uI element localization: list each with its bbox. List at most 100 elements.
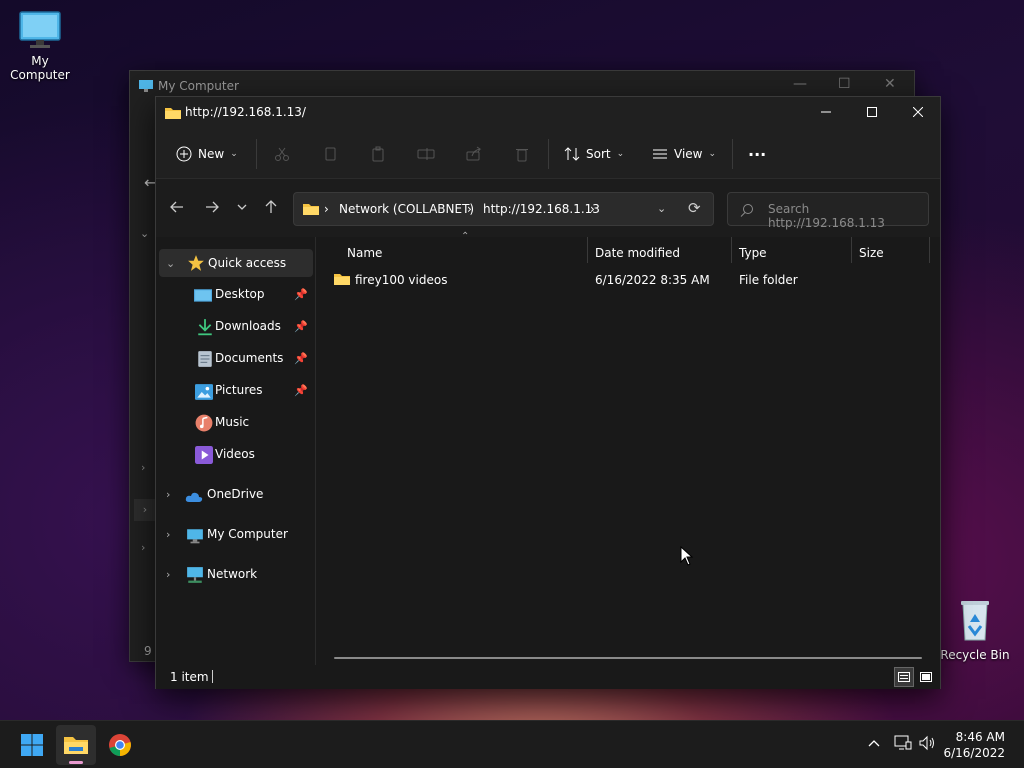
breadcrumb-separator-icon[interactable]: ›: [324, 202, 329, 216]
trash-icon: [516, 149, 528, 162]
videos-icon: [195, 446, 213, 464]
up-button[interactable]: [257, 193, 285, 221]
plus-circle-icon: [176, 146, 192, 162]
folder-icon: [303, 204, 319, 215]
taskbar-clock[interactable]: 8:46 AM 6/16/2022: [943, 729, 1005, 761]
horizontal-scrollbar[interactable]: [334, 657, 922, 659]
close-button[interactable]: ✕: [884, 76, 896, 92]
explorer-window[interactable]: http://192.168.1.13/ New ⌄ Sort ⌄ View ⌄…: [155, 96, 941, 689]
command-bar: New ⌄ Sort ⌄ View ⌄ ···: [156, 129, 940, 179]
sidebar-item-label: Documents: [215, 351, 284, 365]
sidebar-item-videos[interactable]: Videos: [156, 440, 314, 468]
chevron-up-icon: [868, 740, 880, 747]
sidebar-item-label: Downloads: [215, 319, 281, 333]
address-dropdown-icon[interactable]: ⌄: [657, 202, 666, 215]
minimize-button[interactable]: —: [793, 76, 807, 92]
maximize-button[interactable]: [849, 97, 895, 127]
breadcrumb-host[interactable]: http://192.168.1.13: [483, 202, 600, 216]
taskbar-file-explorer[interactable]: [56, 725, 96, 765]
chevron-right-icon[interactable]: ›: [166, 528, 170, 541]
forward-button[interactable]: [198, 193, 226, 221]
onedrive-icon: [185, 492, 203, 502]
view-button[interactable]: View ⌄: [652, 141, 716, 167]
refresh-icon[interactable]: ⟳: [688, 199, 701, 217]
details-view-button[interactable]: [894, 667, 914, 687]
chrome-icon: [109, 734, 131, 756]
more-options-button[interactable]: ···: [748, 141, 766, 167]
rename-button[interactable]: [415, 143, 437, 165]
sidebar-item-onedrive[interactable]: › OneDrive: [156, 480, 314, 508]
minimize-button[interactable]: [803, 97, 849, 127]
search-box[interactable]: Search http://192.168.1.13: [727, 192, 929, 230]
volume-button[interactable]: [919, 735, 937, 755]
breadcrumb-network[interactable]: Network (COLLABNET): [339, 202, 474, 216]
chevron-down-icon[interactable]: ⌄: [166, 257, 175, 270]
documents-icon: [198, 351, 212, 367]
sidebar-item-network[interactable]: › Network: [156, 560, 314, 588]
new-button-label: New: [198, 147, 225, 161]
chevron-right-icon[interactable]: ›: [141, 461, 145, 474]
computer-icon: [139, 80, 153, 92]
maximize-button[interactable]: ☐: [838, 76, 851, 92]
paste-button[interactable]: [367, 143, 389, 165]
chevron-down-icon[interactable]: ⌄: [140, 227, 149, 240]
file-type: File folder: [739, 273, 798, 287]
address-bar[interactable]: › Network (COLLABNET) › http://192.168.1…: [293, 192, 714, 226]
show-hidden-icons-button[interactable]: [868, 735, 880, 751]
sort-icon: [564, 147, 580, 161]
recent-locations-button[interactable]: [228, 193, 256, 221]
speaker-icon: [919, 735, 934, 751]
tiles-view-button[interactable]: [916, 667, 936, 687]
search-icon: [740, 204, 753, 217]
start-button[interactable]: [12, 725, 52, 765]
cut-button[interactable]: [271, 143, 293, 165]
status-divider: [212, 670, 213, 683]
breadcrumb-separator-icon[interactable]: ›: [467, 202, 472, 216]
sidebar-item-label: Music: [215, 415, 250, 429]
chevron-right-icon[interactable]: ›: [134, 499, 156, 521]
status-bar: 1 item: [156, 665, 940, 689]
share-icon: [466, 146, 482, 161]
breadcrumb-separator-icon[interactable]: ›: [590, 202, 595, 216]
title-bar[interactable]: http://192.168.1.13/: [156, 97, 940, 129]
sidebar-item-music[interactable]: Music: [156, 408, 314, 436]
sidebar-item-quick-access[interactable]: ⌄ Quick access: [159, 249, 313, 277]
file-explorer-icon: [64, 737, 88, 754]
sidebar-item-my-computer[interactable]: › My Computer: [156, 520, 314, 548]
sidebar-item-desktop[interactable]: Desktop 📌: [156, 280, 314, 308]
table-row[interactable]: firey100 videos 6/16/2022 8:35 AM File f…: [333, 265, 933, 295]
new-button[interactable]: New ⌄: [176, 141, 238, 167]
copy-button[interactable]: [319, 143, 341, 165]
copy-icon: [325, 147, 336, 161]
sidebar-item-downloads[interactable]: Downloads 📌: [156, 312, 314, 340]
chevron-right-icon[interactable]: ›: [141, 541, 145, 554]
navigation-pane: ⌄ Quick access Desktop 📌 Downloads 📌 Doc…: [156, 237, 316, 665]
network-icon: [187, 567, 203, 583]
sidebar-item-pictures[interactable]: Pictures 📌: [156, 376, 314, 404]
file-list[interactable]: ⌃ Name Date modified Type Size firey100 …: [317, 231, 940, 665]
mouse-cursor-icon: [680, 546, 694, 566]
desktop-icon-my-computer[interactable]: My Computer: [0, 10, 80, 82]
sort-button[interactable]: Sort ⌄: [564, 141, 624, 167]
pin-icon: 📌: [294, 287, 308, 301]
sidebar-item-documents[interactable]: Documents 📌: [156, 344, 314, 372]
sidebar-item-label: Videos: [215, 447, 255, 461]
toolbar-separator: [732, 139, 733, 169]
chevron-down-icon: ⌄: [708, 149, 717, 159]
downloads-icon: [198, 319, 212, 336]
delete-button[interactable]: [511, 143, 533, 165]
taskbar-chrome[interactable]: [100, 725, 140, 765]
pin-icon: 📌: [294, 383, 308, 397]
chevron-right-icon[interactable]: ›: [166, 488, 170, 501]
desktop-icon-recycle-bin[interactable]: Recycle Bin: [935, 598, 1015, 662]
computer-icon: [187, 529, 203, 544]
network-status-button[interactable]: [894, 735, 912, 755]
pictures-icon: [195, 384, 213, 400]
chevron-right-icon[interactable]: ›: [166, 568, 170, 581]
close-button[interactable]: [895, 97, 941, 127]
pin-icon: 📌: [294, 319, 308, 333]
share-button[interactable]: [463, 143, 485, 165]
back-button[interactable]: [163, 193, 191, 221]
search-placeholder: Search http://192.168.1.13: [768, 202, 885, 230]
column-separator[interactable]: [929, 237, 930, 263]
